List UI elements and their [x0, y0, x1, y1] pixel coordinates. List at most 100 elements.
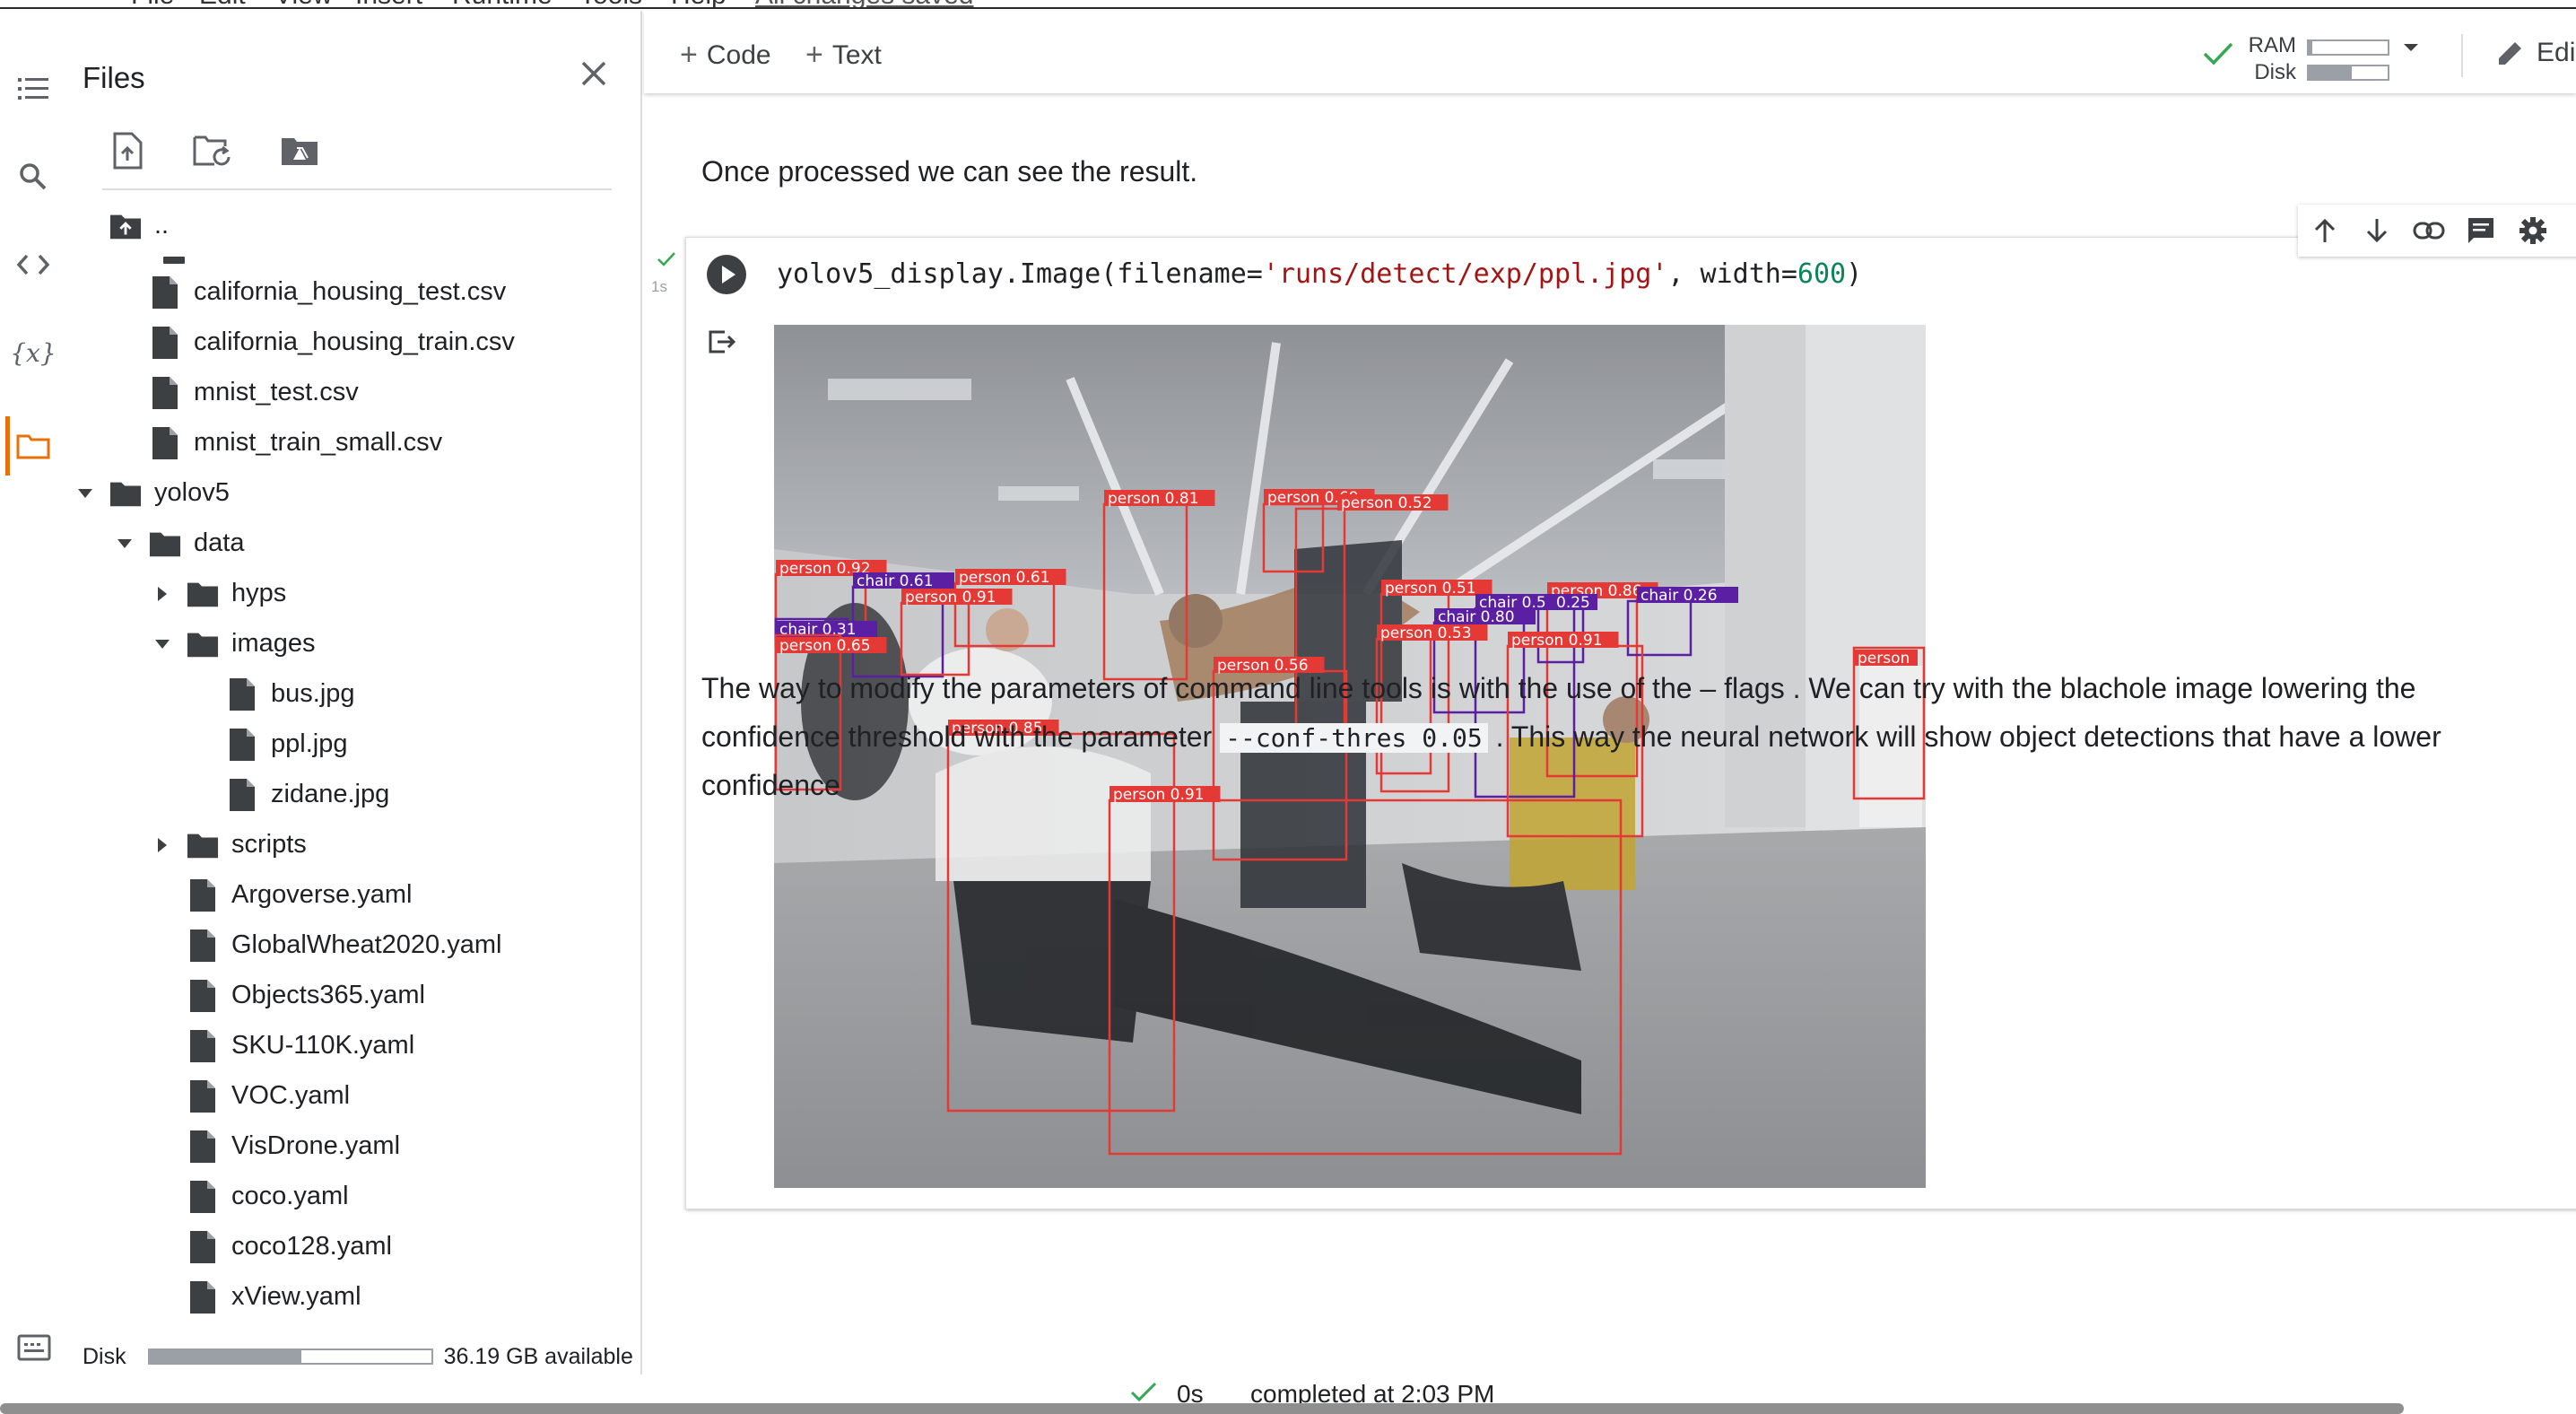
plus-icon: +: [805, 38, 823, 72]
file-icon: [187, 928, 219, 964]
output-actions-icon[interactable]: [707, 328, 737, 355]
add-text-label: Text: [831, 39, 882, 70]
tree-file-row[interactable]: Argoverse.yaml: [187, 872, 412, 918]
terminal-icon[interactable]: [13, 1326, 56, 1369]
execution-check-icon: [657, 251, 676, 267]
tree-file-row[interactable]: ppl.jpg: [226, 721, 347, 767]
comment-icon[interactable]: [2459, 209, 2502, 252]
tree-item-label: Objects365.yaml: [231, 981, 425, 1009]
tree-item-label: GlobalWheat2020.yaml: [231, 930, 502, 959]
tree-file-row[interactable]: coco128.yaml: [187, 1224, 392, 1270]
caret-down-icon[interactable]: [113, 532, 136, 555]
tree-item-label: data: [194, 528, 245, 557]
menu-runtime[interactable]: Runtime: [452, 0, 553, 7]
pencil-icon: [2499, 42, 2521, 65]
upload-file-icon[interactable]: [102, 126, 152, 176]
detection-label: person 0.51: [1385, 580, 1476, 598]
file-icon: [187, 978, 219, 1014]
chevron-down-icon[interactable]: [2402, 41, 2420, 54]
tree-file-row[interactable]: mnist_train_small.csv: [149, 420, 442, 466]
tree-file-row[interactable]: Objects365.yaml: [187, 973, 425, 1018]
notebook-content: Once processed we can see the result. 1s…: [644, 93, 2576, 1375]
detection-label: 0.25: [1556, 594, 1590, 612]
cell-toolbar: [2298, 205, 2576, 257]
menu-insert[interactable]: Insert: [355, 0, 422, 7]
menu-help[interactable]: Help: [671, 0, 727, 7]
edit-button[interactable]: Edi: [2495, 38, 2575, 68]
tree-file-row[interactable]: VOC.yaml: [187, 1073, 350, 1119]
tree-parent-dir[interactable]: ..: [109, 203, 169, 249]
save-status-link[interactable]: All changes saved: [755, 0, 974, 7]
parent-folder-icon: [109, 208, 142, 244]
file-icon: [187, 1129, 219, 1165]
connected-check-icon: [2203, 41, 2233, 66]
file-icon: [149, 275, 181, 310]
menu-tools[interactable]: Tools: [579, 0, 642, 7]
table-of-contents-icon[interactable]: [9, 65, 57, 113]
tree-file-row[interactable]: GlobalWheat2020.yaml: [187, 922, 501, 968]
tree-item-label: xView.yaml: [231, 1282, 361, 1311]
tree-folder-hyps[interactable]: hyps: [151, 571, 286, 616]
tree-item-label: mnist_train_small.csv: [194, 428, 443, 457]
tree-item-label: SKU-110K.yaml: [231, 1031, 415, 1060]
menu-edit[interactable]: Edit: [199, 0, 246, 7]
tree-file-row[interactable]: VisDrone.yaml: [187, 1123, 400, 1169]
tree-file-row[interactable]: california_housing_test.csv: [149, 269, 506, 315]
folder-icon[interactable]: [5, 416, 57, 476]
tree-item-label: VOC.yaml: [231, 1081, 351, 1110]
clipped-row-fragment: [163, 257, 185, 264]
tree-file-row[interactable]: SKU-110K.yaml: [187, 1023, 414, 1069]
tree-item-label: hyps: [231, 579, 287, 607]
arrow-down-icon[interactable]: [2355, 209, 2398, 252]
files-panel: Files .. california_housing_test.csv calif…: [66, 11, 642, 1375]
close-icon[interactable]: [572, 52, 615, 95]
files-toolbar: [102, 126, 325, 179]
folder-icon: [149, 526, 181, 562]
tree-folder-yolov5[interactable]: yolov5: [74, 470, 230, 516]
add-code-button[interactable]: + Code: [680, 38, 771, 73]
gear-icon[interactable]: [2511, 209, 2554, 252]
caret-down-icon[interactable]: [151, 633, 174, 656]
refresh-folder-icon[interactable]: [188, 126, 239, 176]
tree-folder-models[interactable]: models: [113, 1324, 278, 1329]
resource-labels[interactable]: RAM Disk: [2237, 32, 2296, 86]
detection-label: chair 0.61: [857, 572, 934, 590]
link-icon[interactable]: [2407, 209, 2450, 252]
disk-usage: Disk 36.19 GB available: [83, 1339, 639, 1375]
detection-label: person 0.53: [1380, 624, 1472, 642]
execution-time: 1s: [651, 278, 667, 295]
code-editor[interactable]: yolov5_display.Image(filename='runs/dete…: [777, 251, 1862, 298]
detection-label: chair 0.80: [1438, 608, 1515, 626]
caret-right-icon[interactable]: [151, 582, 174, 606]
tree-folder-scripts[interactable]: scripts: [151, 822, 307, 868]
menu-view[interactable]: View: [274, 0, 332, 7]
file-icon: [226, 727, 258, 763]
tree-folder-images[interactable]: images: [151, 621, 316, 667]
search-icon[interactable]: [9, 153, 57, 201]
code-snippets-icon[interactable]: [9, 240, 57, 289]
tree-file-row[interactable]: coco.yaml: [187, 1174, 349, 1219]
variables-icon[interactable]: {x}: [9, 328, 57, 377]
ram-usage-bar[interactable]: [2307, 39, 2389, 56]
tree-file-row[interactable]: mnist_test.csv: [149, 370, 359, 415]
mount-drive-icon[interactable]: [274, 126, 325, 176]
tree-folder-data[interactable]: data: [113, 520, 244, 566]
tree-file-row[interactable]: xView.yaml: [187, 1274, 361, 1320]
status-check-icon: [1130, 1382, 1157, 1403]
run-cell-button[interactable]: [705, 253, 748, 296]
tree-item-label: VisDrone.yaml: [231, 1131, 401, 1160]
caret-down-icon[interactable]: [74, 482, 97, 505]
explanation-line-2: confidence threshold with the parameter: [701, 720, 1213, 753]
mirror-cell-icon[interactable]: [2563, 209, 2576, 252]
file-icon: [187, 1078, 219, 1114]
menu-file[interactable]: File: [131, 0, 174, 7]
disk-usage-bar[interactable]: [2307, 65, 2389, 81]
add-text-button[interactable]: + Text: [805, 38, 882, 73]
tree-file-row[interactable]: bus.jpg: [226, 671, 355, 717]
arrow-up-icon[interactable]: [2303, 209, 2346, 252]
tree-file-row[interactable]: zidane.jpg: [226, 772, 389, 817]
horizontal-scrollbar[interactable]: [0, 1403, 2404, 1414]
tree-file-row[interactable]: california_housing_train.csv: [149, 319, 515, 365]
caret-right-icon[interactable]: [151, 834, 174, 857]
file-icon: [226, 676, 258, 712]
